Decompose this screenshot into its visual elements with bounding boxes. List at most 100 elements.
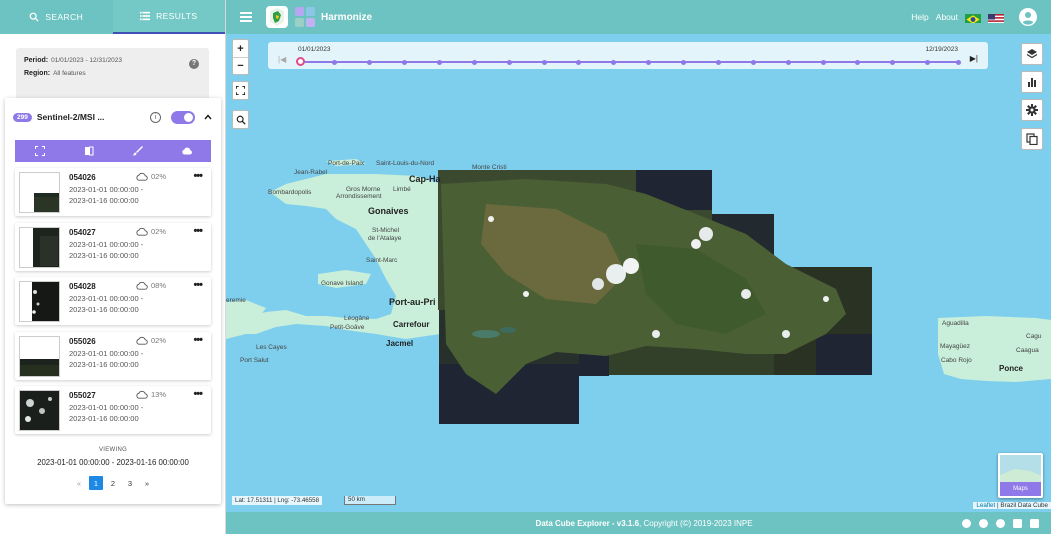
tab-results[interactable]: RESULTS	[112, 0, 225, 34]
more-options-icon[interactable]: •••	[193, 225, 203, 237]
search-summary: Period: 01/01/2023 - 12/31/2023 Region: Al…	[16, 48, 209, 100]
page-3-button[interactable]: 3	[123, 476, 137, 490]
help-link[interactable]: Help	[911, 12, 928, 22]
timeline-tick[interactable]	[611, 59, 617, 65]
more-options-icon[interactable]: •••	[193, 279, 203, 291]
timeline-handle[interactable]	[295, 57, 305, 66]
scene-card[interactable]: 054028 08% ••• 2023-01-01 00:00:00 - 202…	[15, 277, 211, 325]
timeline-tick[interactable]	[541, 59, 547, 65]
skip-back-icon[interactable]: |◀	[278, 55, 286, 64]
timeline-tick[interactable]	[436, 59, 442, 65]
scene-start-date: 2023-01-01 00:00:00 -	[69, 239, 144, 249]
cloud-icon	[136, 281, 148, 290]
gear-icon	[1026, 104, 1038, 116]
timeline-tick[interactable]	[402, 59, 408, 65]
period-label: Period:	[24, 57, 49, 64]
edit-style-button[interactable]	[132, 145, 144, 157]
compare-button[interactable]	[83, 145, 95, 157]
more-options-icon[interactable]: •••	[193, 388, 203, 400]
timeline-tick[interactable]	[646, 59, 652, 65]
scene-card[interactable]: 055026 02% ••• 2023-01-01 00:00:00 - 202…	[15, 331, 211, 380]
basemap-label-text: Maps	[1013, 486, 1028, 492]
map-label: Petit-Goâve	[330, 324, 365, 331]
map-label: Jean-Rabel	[294, 169, 328, 176]
fit-bounds-button[interactable]	[34, 145, 46, 157]
cloud-cover-value: 08%	[151, 281, 167, 290]
timeline-tick[interactable]	[890, 59, 896, 65]
timeline-tick[interactable]	[785, 59, 791, 65]
map-label: Port-de-Paix	[328, 160, 365, 167]
map-label: Cagu	[1026, 333, 1042, 340]
search-icon	[29, 12, 39, 22]
page-1-button[interactable]: 1	[89, 476, 103, 490]
skip-forward-icon[interactable]: ▶|	[970, 54, 978, 63]
info-icon[interactable]: i	[150, 111, 161, 123]
timeline-tick[interactable]	[715, 59, 721, 65]
cloud-cover: 02%	[136, 336, 166, 345]
cloud-cover-value: 13%	[151, 390, 167, 399]
timeline-start-date: 01/01/2023	[298, 46, 331, 53]
timeline-tick[interactable]	[955, 59, 961, 65]
chevron-up-icon[interactable]	[203, 112, 213, 122]
cloud-icon	[136, 390, 148, 399]
timeline-tick[interactable]	[820, 59, 826, 65]
mail-icon[interactable]	[1030, 518, 1039, 528]
next-page-button[interactable]: »	[140, 476, 154, 490]
map-attribution: Leaflet | Brazil Data Cube	[973, 502, 1051, 509]
github-icon[interactable]	[962, 518, 971, 528]
timeline-end-date: 12/19/2023	[925, 46, 958, 53]
basemap-switcher[interactable]: Maps	[998, 453, 1043, 498]
map-label: Gonave Island	[321, 280, 363, 287]
zoom-box-button[interactable]	[233, 111, 248, 128]
more-options-icon[interactable]: •••	[193, 334, 203, 346]
chart-button[interactable]	[1021, 71, 1043, 93]
visibility-toggle[interactable]	[171, 110, 195, 124]
collection-name: Sentinel-2/MSI ...	[36, 112, 105, 122]
timeline-tick[interactable]	[925, 59, 931, 65]
scene-end-date: 2023-01-16 00:00:00	[69, 414, 139, 423]
leaflet-link[interactable]: Leaflet	[976, 502, 995, 509]
base-map	[226, 159, 1051, 424]
layers-button[interactable]	[1021, 43, 1043, 65]
timeline-tick[interactable]	[576, 59, 582, 65]
settings-button[interactable]	[1021, 99, 1043, 121]
timeline-track[interactable]	[295, 57, 961, 66]
account-icon[interactable]	[1019, 8, 1037, 26]
timeline-tick[interactable]	[855, 59, 861, 65]
brazil-flag-icon[interactable]	[965, 12, 981, 23]
usa-flag-icon[interactable]	[988, 12, 1004, 23]
timeline-tick[interactable]	[506, 59, 512, 65]
copy-icon	[1026, 133, 1038, 145]
zoom-out-button[interactable]: −	[233, 57, 248, 74]
scene-end-date: 2023-01-16 00:00:00	[69, 196, 139, 205]
globe-icon[interactable]	[979, 518, 988, 528]
period-value: 01/01/2023 - 12/31/2023	[51, 57, 122, 64]
page-2-button[interactable]: 2	[106, 476, 120, 490]
tab-search[interactable]: SEARCH	[0, 0, 113, 34]
copy-button[interactable]	[1021, 128, 1043, 150]
about-link[interactable]: About	[936, 12, 958, 22]
timeline-tick[interactable]	[332, 59, 338, 65]
top-bar: Harmonize Help About	[226, 0, 1051, 34]
menu-icon[interactable]	[240, 12, 252, 22]
download-button[interactable]	[181, 145, 193, 157]
timeline-tick[interactable]	[471, 59, 477, 65]
scene-start-date: 2023-01-01 00:00:00 -	[69, 185, 144, 194]
help-icon[interactable]: ?	[189, 59, 199, 69]
more-options-icon[interactable]: •••	[193, 170, 203, 182]
timeline-tick[interactable]	[750, 59, 756, 65]
fullscreen-button[interactable]	[233, 82, 248, 99]
zoom-control: + −	[232, 39, 249, 75]
prev-page-button[interactable]: «	[72, 476, 86, 490]
scene-card[interactable]: 054026 02% ••• 2023-01-01 00:00:00 - 202…	[15, 168, 211, 216]
twitter-icon[interactable]	[996, 518, 1005, 528]
timeline-tick[interactable]	[681, 59, 687, 65]
zoom-in-button[interactable]: +	[233, 40, 248, 57]
chat-icon[interactable]	[1013, 518, 1022, 528]
brush-icon	[132, 146, 143, 156]
map-view[interactable]: Port-de-Paix Saint-Louis-du-Nord Monte C…	[226, 34, 1051, 512]
scene-card[interactable]: 054027 02% ••• 2023-01-01 00:00:00 - 202…	[15, 222, 211, 271]
map-label: Saint-Louis-du-Nord	[376, 160, 435, 167]
scene-card[interactable]: 055027 13% ••• 2023-01-01 00:00:00 - 202…	[15, 386, 211, 434]
timeline-tick[interactable]	[367, 59, 373, 65]
